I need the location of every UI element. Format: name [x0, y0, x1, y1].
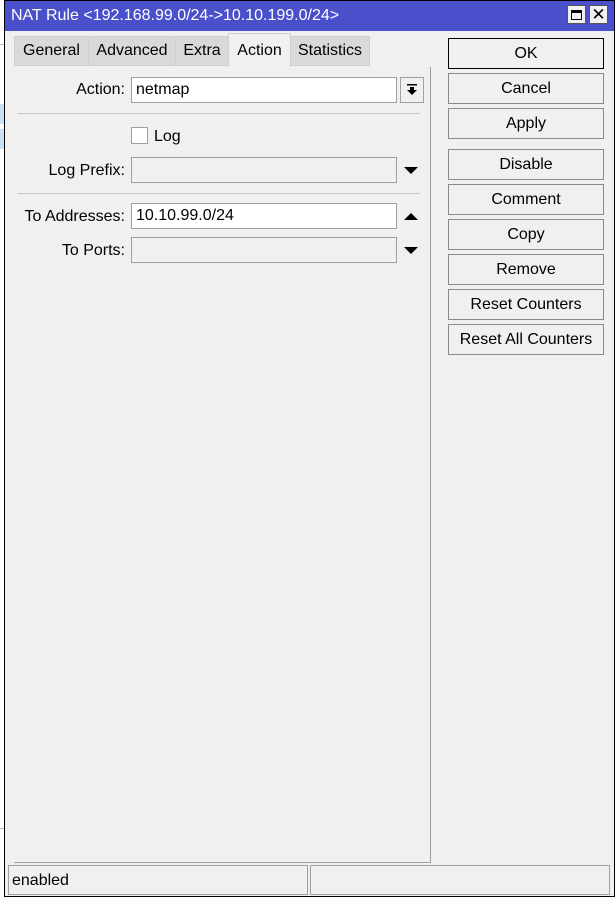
title-bar[interactable]: NAT Rule <192.168.99.0/24->10.10.199.0/2… [5, 1, 614, 31]
action-select[interactable]: netmap [131, 77, 397, 103]
tab-advanced[interactable]: Advanced [88, 36, 176, 66]
status-secondary [310, 865, 610, 895]
action-dropdown-button[interactable] [400, 77, 424, 103]
log-checkbox-label: Log [154, 128, 181, 145]
reset-all-counters-button[interactable]: Reset All Counters [448, 324, 604, 355]
comment-button[interactable]: Comment [448, 184, 604, 215]
tab-general[interactable]: General [14, 36, 89, 66]
expand-down-icon [404, 246, 418, 254]
tab-extra[interactable]: Extra [175, 36, 229, 66]
tab-label: Advanced [96, 42, 168, 59]
apply-button[interactable]: Apply [448, 108, 604, 139]
reset-counters-button[interactable]: Reset Counters [448, 289, 604, 320]
to-addresses-collapse-button[interactable] [403, 211, 419, 221]
cancel-button[interactable]: Cancel [448, 73, 604, 104]
log-checkbox[interactable] [131, 127, 148, 144]
to-ports-field[interactable] [131, 237, 397, 263]
dropdown-icon [407, 84, 417, 95]
copy-button[interactable]: Copy [448, 219, 604, 250]
section-divider [18, 193, 420, 194]
to-addresses-label: To Addresses: [24, 208, 126, 225]
tab-label: Action [237, 41, 282, 59]
window-title: NAT Rule <192.168.99.0/24->10.10.199.0/2… [11, 7, 340, 24]
disable-button[interactable]: Disable [448, 149, 604, 180]
status-bar: enabled [8, 865, 610, 895]
maximize-icon [571, 9, 582, 20]
action-label: Action: [76, 81, 125, 98]
to-ports-expand-button[interactable] [403, 245, 419, 255]
tab-label: General [23, 42, 80, 59]
tab-action[interactable]: Action [228, 33, 291, 67]
tab-statistics[interactable]: Statistics [290, 36, 370, 66]
status-state: enabled [8, 865, 308, 895]
remove-button[interactable]: Remove [448, 254, 604, 285]
maximize-button[interactable] [567, 5, 586, 24]
section-divider [18, 113, 420, 114]
nat-rule-dialog: NAT Rule <192.168.99.0/24->10.10.199.0/2… [4, 0, 615, 897]
collapse-up-icon [404, 212, 418, 220]
action-tab-panel: Action: netmap Log Log Prefix: To Addres… [14, 67, 431, 863]
tab-label: Extra [183, 42, 221, 59]
tab-label: Statistics [297, 42, 362, 59]
close-button[interactable]: ✕ [589, 5, 608, 24]
log-prefix-field[interactable] [131, 157, 397, 183]
log-prefix-expand-button[interactable] [403, 165, 419, 175]
log-prefix-label: Log Prefix: [48, 162, 125, 179]
expand-down-icon [404, 166, 418, 174]
to-ports-label: To Ports: [61, 242, 125, 259]
to-addresses-field[interactable]: 10.10.99.0/24 [131, 203, 397, 229]
close-icon: ✕ [591, 4, 606, 24]
ok-button[interactable]: OK [448, 38, 604, 69]
